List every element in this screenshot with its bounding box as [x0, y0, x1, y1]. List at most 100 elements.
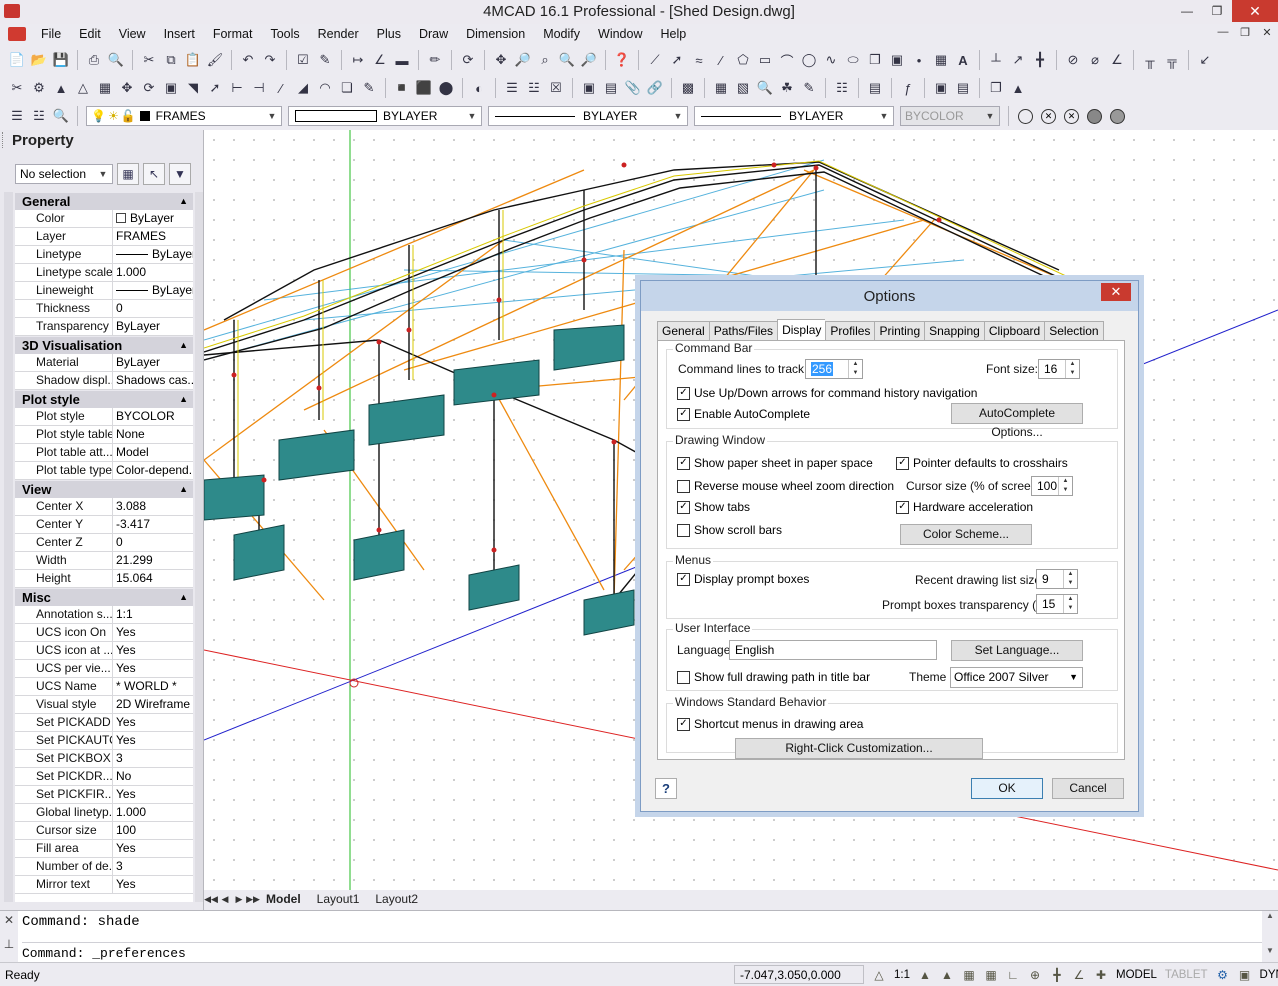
next-tab-icon[interactable]: ▶ [232, 894, 246, 905]
right-click-customization-button[interactable]: Right-Click Customization... [735, 738, 983, 759]
ray-icon[interactable]: ➚ [668, 51, 686, 69]
tab-display[interactable]: Display [777, 319, 826, 342]
chevron-down-icon[interactable]: ▼ [265, 109, 279, 123]
prop-row[interactable]: Color ByLayer [15, 210, 193, 228]
selection-select[interactable]: No selection ▼ [15, 164, 113, 184]
prop-value[interactable]: ByLayer [113, 354, 193, 371]
chevron-down-icon[interactable]: ▼ [877, 109, 891, 123]
prop-row[interactable]: UCS icon at ... Yes [15, 642, 193, 660]
box-icon[interactable]: ◾ [393, 79, 411, 97]
prop-value[interactable]: None [113, 426, 193, 443]
grid-icon[interactable]: ▦ [982, 967, 1000, 983]
document-icon[interactable] [8, 27, 26, 41]
show-tabs-checkbox[interactable]: ✓ Show tabs [677, 500, 750, 514]
prop-row[interactable]: Width 21.299 [15, 552, 193, 570]
visual-style-hidden-icon[interactable]: ✕ [1041, 108, 1056, 124]
prop-value[interactable]: FRAMES [113, 228, 193, 245]
lineweight-select[interactable]: BYLAYER ▼ [694, 106, 894, 126]
tab-paths-files[interactable]: Paths/Files [708, 321, 778, 342]
rectangle-icon[interactable]: ▭ [756, 51, 774, 69]
prev-tab-icon[interactable]: ◀ [218, 894, 232, 905]
dim-diameter-icon[interactable]: ⌀ [1086, 51, 1104, 69]
solid-icon[interactable]: ⬛ [415, 79, 433, 97]
prop-value[interactable]: Yes [113, 840, 193, 857]
collapse-icon[interactable]: ▲ [179, 394, 188, 404]
offset-icon[interactable]: △ [74, 79, 92, 97]
prop-row[interactable]: Cursor size 100 [15, 822, 193, 840]
checklist-icon[interactable]: ☑ [294, 51, 312, 69]
prop-value[interactable]: 3.088 [113, 498, 193, 515]
snap-icon[interactable]: ▦ [960, 967, 978, 983]
prop-row[interactable]: Set PICKADD Yes [15, 714, 193, 732]
annotation-scale-icon[interactable]: △ [870, 967, 888, 983]
dim-aligned-icon[interactable]: ↗ [1009, 51, 1027, 69]
prop-row[interactable]: Set PICKAUTO Yes [15, 732, 193, 750]
chamfer-icon[interactable]: ◢ [294, 79, 312, 97]
tab-clipboard[interactable]: Clipboard [983, 321, 1045, 342]
match-properties-icon[interactable]: 🖌 [206, 51, 224, 69]
move-icon[interactable]: ✥ [118, 79, 136, 97]
zoom-realtime-icon[interactable]: 🔎 [514, 51, 532, 69]
prop-row[interactable]: Center X 3.088 [15, 498, 193, 516]
command-lines-spinner[interactable]: 256 ▲ ▼ [805, 359, 863, 379]
prop-value[interactable]: ByLayer [113, 210, 193, 227]
edit-icon[interactable]: ✎ [360, 79, 378, 97]
redo-icon[interactable]: ↷ [261, 51, 279, 69]
prop-value[interactable]: 0 [113, 300, 193, 317]
explode-icon[interactable]: ❏ [338, 79, 356, 97]
prop-row[interactable]: Thickness 0 [15, 300, 193, 318]
chevron-down-icon[interactable]: ▼ [96, 167, 110, 181]
line-icon[interactable]: ⟋ [646, 51, 664, 69]
lineweight-toggle-icon[interactable]: ✚ [1092, 967, 1110, 983]
annotation-visibility-icon[interactable]: ▲ [916, 967, 934, 983]
tab-snapping[interactable]: Snapping [924, 321, 984, 342]
polar-icon[interactable]: ⊕ [1026, 967, 1044, 983]
prop-row[interactable]: Set PICKDR... No [15, 768, 193, 786]
zoom-window-icon[interactable]: ⌕ [536, 51, 554, 69]
menu-window[interactable]: Window [589, 27, 651, 41]
prop-value[interactable]: Yes [113, 786, 193, 803]
prop-value[interactable]: Model [113, 444, 193, 461]
undo-icon[interactable]: ↶ [239, 51, 257, 69]
linetype-select[interactable]: BYLAYER ▼ [488, 106, 688, 126]
osnap-icon[interactable]: ╋ [1048, 967, 1066, 983]
last-tab-icon[interactable]: ▶▶ [246, 894, 260, 905]
prop-row[interactable]: Linetype scale 1.000 [15, 264, 193, 282]
menu-insert[interactable]: Insert [155, 27, 204, 41]
edit-check-icon[interactable]: ✎ [316, 51, 334, 69]
scale-icon[interactable]: ▣ [162, 79, 180, 97]
trim-icon[interactable]: ⊢ [228, 79, 246, 97]
prop-value[interactable]: 1.000 [113, 264, 193, 281]
prop-value[interactable]: ByLayer [113, 282, 193, 299]
prop-row[interactable]: UCS Name * WORLD * [15, 678, 193, 696]
pan-icon[interactable]: ✥ [492, 51, 510, 69]
recent-list-spinner[interactable]: 9 ▲ ▼ [1036, 569, 1078, 589]
section-3d-visualisation[interactable]: 3D Visualisation ▲ [15, 336, 193, 354]
double-line-icon[interactable]: ∕ [712, 51, 730, 69]
section-plot-style[interactable]: Plot style ▲ [15, 390, 193, 408]
model-space-toggle[interactable]: MODEL [1112, 969, 1161, 981]
design-center-icon[interactable]: ▩ [679, 79, 697, 97]
break-icon[interactable]: ∕ [272, 79, 290, 97]
paste-icon[interactable]: 📋 [184, 51, 202, 69]
prop-value[interactable]: Yes [113, 876, 193, 893]
crosshairs-checkbox[interactable]: ✓ Pointer defaults to crosshairs [896, 456, 1068, 470]
leader-icon[interactable]: ↙ [1196, 51, 1214, 69]
layer-icon[interactable]: ☰ [503, 79, 521, 97]
prop-row[interactable]: UCS per vie... Yes [15, 660, 193, 678]
layer-previous-icon[interactable]: ☳ [30, 107, 48, 125]
dim-angular-icon[interactable]: ∠ [1108, 51, 1126, 69]
ellipse-icon[interactable]: ⬭ [844, 51, 862, 69]
prop-row[interactable]: Mirror text Yes [15, 876, 193, 894]
prop-value[interactable]: 1:1 [113, 606, 193, 623]
calc-icon[interactable]: ▤ [866, 79, 884, 97]
refresh-icon[interactable]: ⟳ [459, 51, 477, 69]
tab-model[interactable]: Model [260, 892, 311, 906]
dim-linear-icon[interactable]: ┴ [987, 51, 1005, 69]
first-tab-icon[interactable]: ◀◀ [204, 894, 218, 905]
spinner-arrows-icon[interactable]: ▲ ▼ [1063, 595, 1077, 613]
prop-row[interactable]: Center Y -3.417 [15, 516, 193, 534]
menu-help[interactable]: Help [651, 27, 695, 41]
render-icon[interactable]: ⬤ [437, 79, 455, 97]
prop-value[interactable]: Yes [113, 714, 193, 731]
